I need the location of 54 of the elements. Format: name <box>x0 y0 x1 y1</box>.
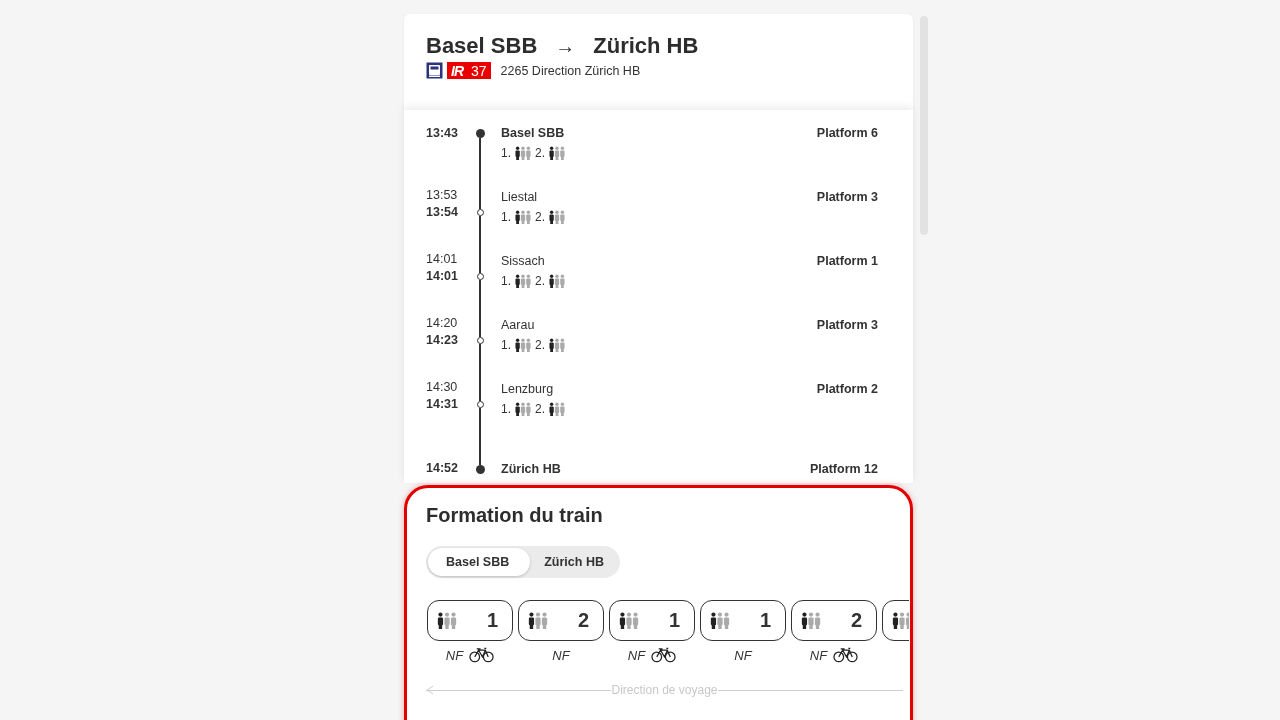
coach-note: NF <box>809 647 828 663</box>
bicycle-icon <box>651 647 677 663</box>
departure-time: 13:43 <box>426 125 459 142</box>
station-name: Lenzburg <box>501 381 554 398</box>
coach[interactable]: 1 <box>700 600 786 641</box>
bicycle-icon <box>469 647 495 663</box>
coach-note: NF <box>445 647 464 663</box>
departure-time: 14:01 <box>426 268 459 285</box>
class-label: 1. <box>501 145 511 160</box>
train-description: 2265 Direction Zürich HB <box>500 63 641 78</box>
coach[interactable]: 2 <box>518 600 604 641</box>
class-label: 2. <box>535 145 546 160</box>
class-label: 2. <box>535 337 546 352</box>
station-name: Sissach <box>501 253 545 270</box>
coach-note: NF <box>734 647 752 663</box>
departure-time: 14:52 <box>426 460 459 477</box>
platform-label: Platform 12 <box>809 461 878 478</box>
arrival-time: 14:20 <box>426 316 459 331</box>
station-name: Basel SBB <box>501 125 565 142</box>
platform-label: Platform 3 <box>816 189 878 206</box>
origin-station: Basel SBB <box>426 33 538 59</box>
platform-label: Platform 3 <box>816 317 878 334</box>
coach[interactable]: 2 <box>791 600 877 641</box>
class-label: 1. <box>501 273 511 288</box>
segment-tab[interactable]: Zürich HB <box>530 548 618 576</box>
platform-label: Platform 6 <box>816 125 878 142</box>
section-title: Formation du train <box>426 504 604 527</box>
departure-time: 13:54 <box>426 204 459 221</box>
class-label: 2. <box>535 209 546 224</box>
platform-label: Platform 1 <box>816 253 878 270</box>
bicycle-icon <box>833 647 859 663</box>
class-label: 2. <box>535 401 546 416</box>
coach[interactable]: 1 <box>609 600 695 641</box>
train-icon <box>426 62 443 79</box>
station-name: Liestal <box>501 189 538 206</box>
coach[interactable]: 1 <box>427 600 513 641</box>
coach-note: NF <box>627 647 646 663</box>
destination-station: Zürich HB <box>593 33 699 59</box>
departure-time: 14:23 <box>426 332 459 349</box>
arrival-time: 13:53 <box>426 188 459 203</box>
arrival-time: 14:30 <box>426 380 459 395</box>
class-label: 1. <box>501 401 511 416</box>
departure-time: 14:31 <box>426 396 459 413</box>
coach-note: NF <box>552 647 570 663</box>
class-label: 2. <box>535 273 546 288</box>
station-name: Aarau <box>501 317 535 334</box>
segment-tab[interactable]: Basel SBB <box>428 548 531 576</box>
class-label: 1. <box>501 209 511 224</box>
class-label: 1. <box>501 337 511 352</box>
line-badge: IR 37 <box>447 62 491 79</box>
station-name: Zürich HB <box>501 461 561 478</box>
route-arrow: → <box>555 35 576 58</box>
platform-label: Platform 2 <box>816 381 878 398</box>
arrival-time: 14:01 <box>426 252 459 267</box>
